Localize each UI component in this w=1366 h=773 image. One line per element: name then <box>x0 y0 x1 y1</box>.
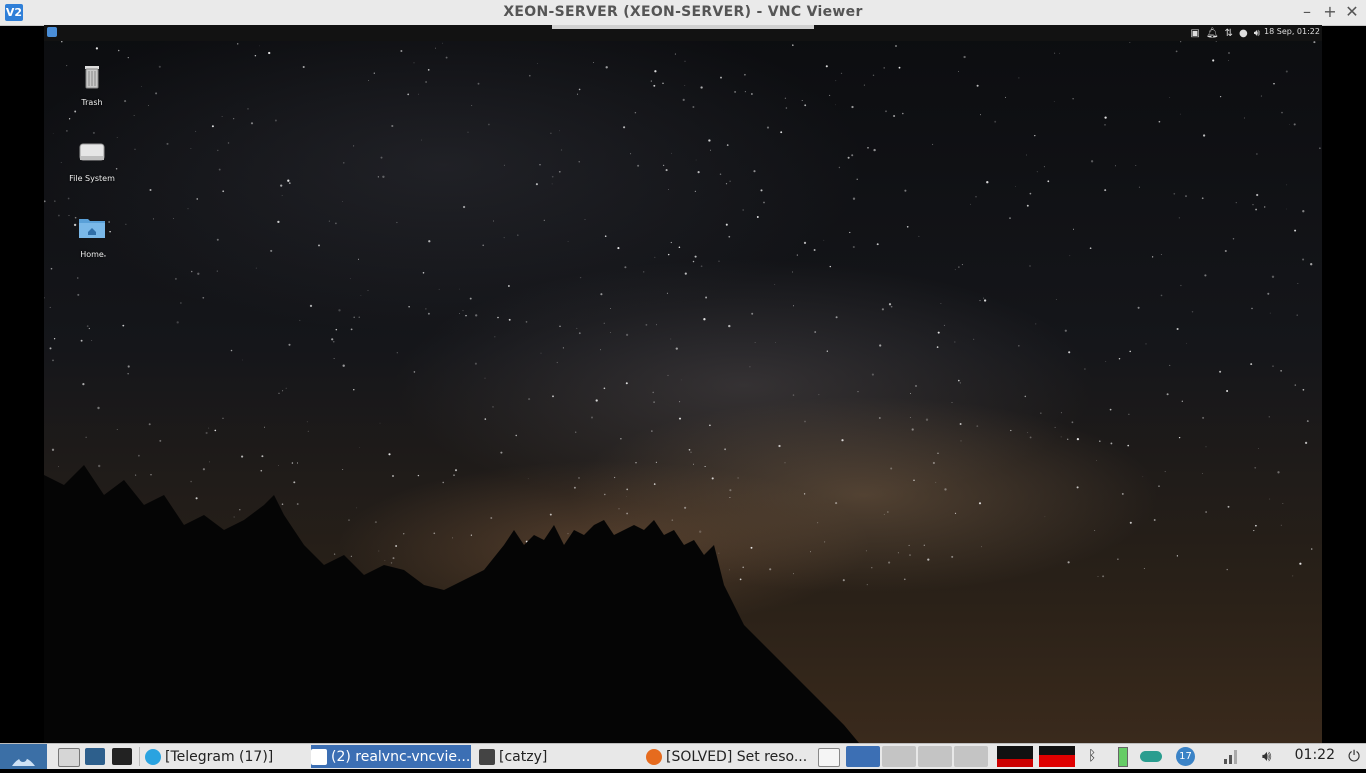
workspace-2[interactable] <box>882 746 916 767</box>
taskbar-item-label: [catzy] <box>499 748 548 765</box>
drive-icon <box>79 143 105 161</box>
remote-menu-icon[interactable] <box>47 27 57 37</box>
volume-icon[interactable]: 🔊︎ <box>1262 747 1271 765</box>
vnc-icon <box>311 748 327 765</box>
taskbar-item-catzy[interactable]: [catzy] <box>479 745 639 768</box>
vnc-window-titlebar: V2 XEON-SERVER (XEON-SERVER) - VNC Viewe… <box>0 0 1366 26</box>
volume-icon[interactable]: 🔊︎ <box>1254 28 1260 39</box>
trash-icon <box>85 66 99 89</box>
battery-icon[interactable] <box>1118 747 1128 767</box>
start-menu-button[interactable] <box>0 744 47 769</box>
close-button[interactable]: ✕ <box>1343 2 1361 22</box>
local-taskbar: [Telegram (17)] (2) realvnc-vncvie... [c… <box>0 743 1366 769</box>
memory-monitor-graph[interactable] <box>1039 746 1075 767</box>
toggle-icon[interactable] <box>1140 751 1162 762</box>
signal-icon[interactable] <box>1222 747 1240 765</box>
update-icon[interactable]: ● <box>1239 28 1248 39</box>
taskbar-item-label: [Telegram (17)] <box>165 748 274 765</box>
home-folder-icon <box>79 219 105 238</box>
desktop-icon-label: File System <box>69 174 115 183</box>
firefox-icon <box>646 748 662 765</box>
bell-icon[interactable]: 🔔︎ <box>1206 28 1219 39</box>
remote-desktop[interactable]: Trash File System Home <box>44 25 1322 743</box>
taskbar-item-firefox[interactable]: [SOLVED] Set reso... <box>646 745 808 768</box>
taskbar-clock[interactable]: 01:22 <box>1295 747 1335 763</box>
file-manager-launcher-icon[interactable] <box>58 748 80 767</box>
desktop-icon-file-system[interactable]: File System <box>57 136 127 183</box>
cpu-monitor-graph[interactable] <box>997 746 1033 767</box>
wallpaper-treeline <box>44 465 859 743</box>
bluetooth-icon[interactable]: ᛒ <box>1088 748 1096 764</box>
notification-badge[interactable]: 17 <box>1176 747 1195 766</box>
workspace-1[interactable] <box>846 746 880 767</box>
workspace-3[interactable] <box>918 746 952 767</box>
desktop-icon-label: Home <box>80 250 104 259</box>
desktop-icon-home[interactable]: Home <box>57 212 127 259</box>
folder-icon <box>479 748 495 765</box>
taskbar-item-label: (2) realvnc-vncvie... <box>331 748 471 765</box>
maximize-button[interactable]: + <box>1321 2 1339 22</box>
vnc-toolbar-handle[interactable] <box>552 25 814 29</box>
network-launcher-icon[interactable] <box>85 748 105 765</box>
workspace-4[interactable] <box>954 746 988 767</box>
telegram-icon <box>145 748 161 765</box>
desktop-icon-trash[interactable]: Trash <box>57 60 127 107</box>
taskbar-item-label: [SOLVED] Set reso... <box>666 748 808 765</box>
show-desktop-icon[interactable] <box>818 748 840 767</box>
desktop-icon-label: Trash <box>81 98 103 107</box>
divider <box>139 747 140 766</box>
launcher-icon <box>12 754 35 766</box>
minimize-button[interactable]: – <box>1298 2 1316 22</box>
vnc-tray-icon[interactable]: ▣ <box>1190 28 1199 39</box>
window-title: XEON-SERVER (XEON-SERVER) - VNC Viewer <box>503 4 863 20</box>
remote-clock[interactable]: 18 Sep, 01:22 <box>1264 27 1320 36</box>
remote-top-panel: ▣ 🔔︎ ⇅ ● 🔊︎ 18 Sep, 01:22 <box>44 25 1322 41</box>
taskbar-item-telegram[interactable]: [Telegram (17)] <box>145 745 305 768</box>
power-icon[interactable]: ⏻ <box>1348 747 1360 765</box>
terminal-launcher-icon[interactable] <box>112 748 132 765</box>
network-arrows-icon[interactable]: ⇅ <box>1225 28 1233 39</box>
remote-system-tray: ▣ 🔔︎ ⇅ ● 🔊︎ <box>1190 26 1260 40</box>
taskbar-item-vnc[interactable]: (2) realvnc-vncvie... <box>311 745 471 768</box>
